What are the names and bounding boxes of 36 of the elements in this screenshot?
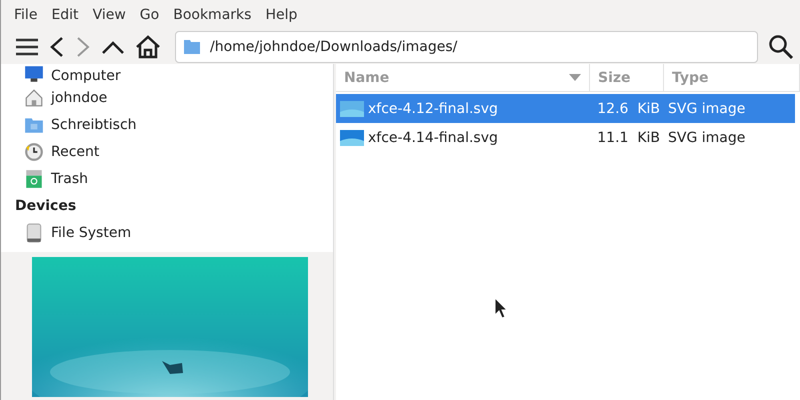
file-row[interactable]: xfce-4.14-final.svg 11.1 KiB SVG image [336,123,795,152]
location-field[interactable]: /home/johndoe/Downloads/images/ [175,31,758,63]
trash-icon [23,168,45,188]
file-name: xfce-4.14-final.svg [368,130,498,146]
sidebar-item[interactable]: johndoe [1,84,333,111]
menu-item[interactable]: Bookmarks [166,7,258,23]
pointer-icon [494,297,508,319]
computer-icon [23,64,45,84]
file-type: SVG image [667,100,746,116]
back-icon[interactable] [49,36,65,58]
section-heading: Devices [14,196,78,216]
sidebar-item[interactable]: File System [1,219,333,246]
file-size: 12.6 KiB [596,100,661,116]
image-file-icon [340,100,364,116]
file-row[interactable]: xfce-4.12-final.svg 12.6 KiB SVG image [336,94,795,123]
menu-icon[interactable] [15,37,39,57]
menu-item[interactable]: View [86,7,133,23]
sidebar-item[interactable]: Trash [1,165,333,192]
forward-icon[interactable] [75,36,91,58]
home-icon [23,88,45,108]
menu-item[interactable]: Edit [44,7,86,23]
sidebar-item[interactable]: Schreibtisch [1,111,333,138]
image-file-icon [340,130,364,146]
file-size: 11.1 KiB [596,130,661,146]
menu-item[interactable]: Go [132,7,166,23]
sidebar-item[interactable]: Recent [1,138,333,165]
search-icon[interactable] [768,34,794,60]
recent-icon [23,142,45,162]
menu-item[interactable]: File [7,7,44,23]
file-name: xfce-4.12-final.svg [368,100,498,116]
up-icon[interactable] [101,39,125,55]
menu-item[interactable]: Help [258,7,304,23]
home-icon[interactable] [135,35,161,59]
sidebar-item[interactable]: Computer [1,64,333,84]
folder-icon [183,39,201,55]
file-type: SVG image [667,130,746,146]
